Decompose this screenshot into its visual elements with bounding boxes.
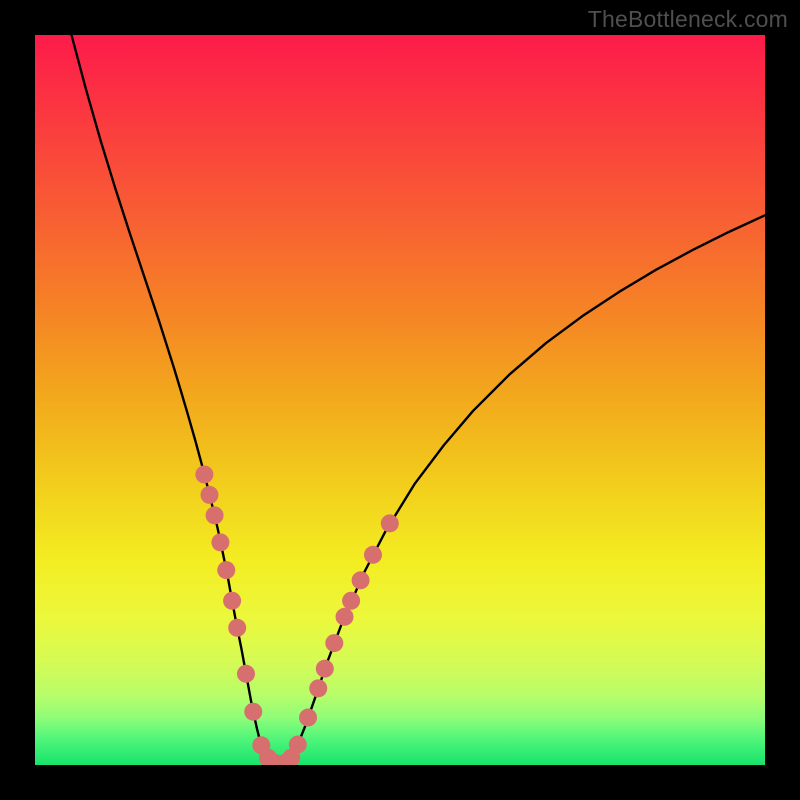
- highlight-dot: [342, 592, 360, 610]
- highlight-dot: [316, 660, 334, 678]
- highlight-dot: [336, 608, 354, 626]
- highlight-dot: [325, 634, 343, 652]
- highlight-dot: [299, 709, 317, 727]
- highlight-dot: [289, 736, 307, 754]
- highlight-dot: [200, 486, 218, 504]
- watermark-text: TheBottleneck.com: [588, 6, 788, 33]
- highlight-dot: [223, 592, 241, 610]
- plot-area: [35, 35, 765, 765]
- chart-frame: TheBottleneck.com: [0, 0, 800, 800]
- highlight-dot: [217, 561, 235, 579]
- highlight-dot: [309, 679, 327, 697]
- highlight-dot: [364, 546, 382, 564]
- highlight-dot: [211, 533, 229, 551]
- chart-svg: [35, 35, 765, 765]
- highlight-dot: [195, 465, 213, 483]
- highlight-dot: [352, 571, 370, 589]
- highlight-dot: [244, 703, 262, 721]
- highlight-dot: [206, 506, 224, 524]
- highlight-dot: [237, 665, 255, 683]
- highlight-dot: [381, 514, 399, 532]
- highlight-dot: [228, 619, 246, 637]
- gradient-background: [35, 35, 765, 765]
